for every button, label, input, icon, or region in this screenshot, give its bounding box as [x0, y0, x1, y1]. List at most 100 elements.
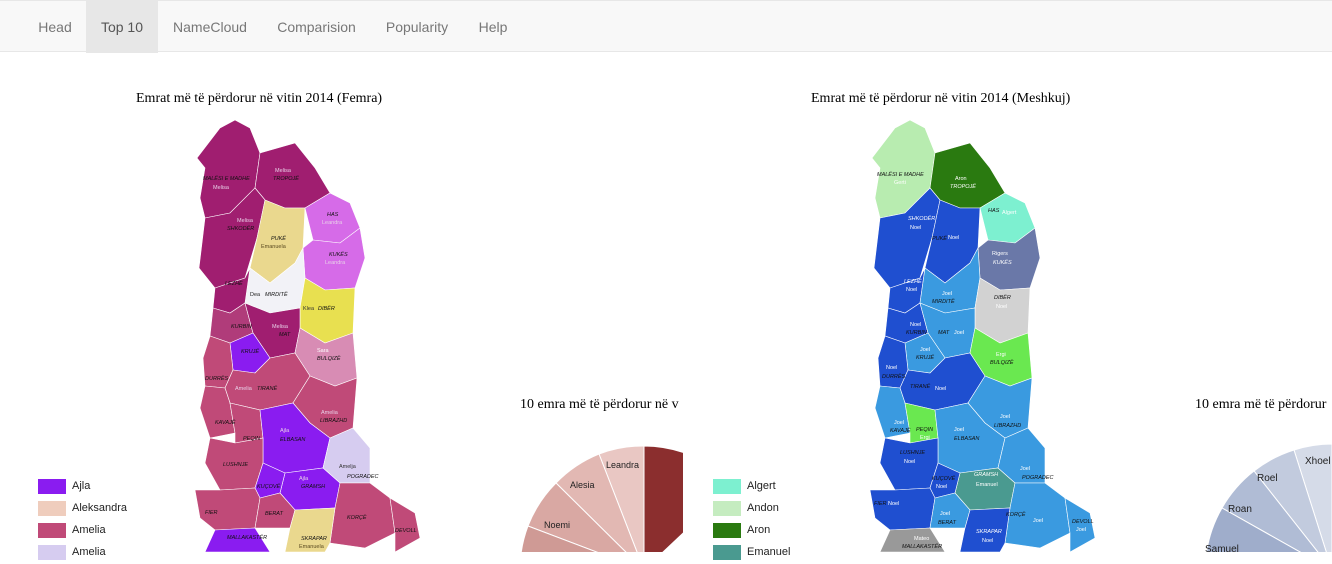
district-label: ELBASAN: [954, 436, 979, 442]
district-name: Mateo: [914, 536, 929, 542]
district-label: KUÇOVË: [257, 483, 281, 490]
legend-swatch: [713, 479, 741, 494]
district-label: LEZHË: [904, 278, 922, 285]
district-label: SHKODËR: [908, 215, 935, 222]
district-label: GRAMSH: [301, 484, 325, 490]
legend-swatch: [38, 523, 66, 538]
female-pie-clip: Leandra Alesia Noemi: [520, 440, 683, 552]
district-name: Joel: [1000, 414, 1010, 420]
district-name: Noel: [910, 225, 921, 231]
district-name: Ajla: [299, 476, 309, 482]
district-name: Joel: [894, 420, 904, 426]
district-name: Noel: [936, 484, 947, 490]
district-label: LUSHNJE: [900, 450, 925, 456]
district-label: KORÇË: [347, 514, 367, 521]
district-label: KURBIN: [906, 330, 927, 336]
district-name: Joel: [954, 330, 964, 336]
district-label: MAT: [938, 330, 950, 336]
district-label: TROPOJË: [950, 183, 976, 190]
pie-label: Alesia: [570, 480, 595, 490]
region-devoll[interactable]: [1064, 497, 1096, 552]
region-tropoje[interactable]: [929, 142, 1006, 209]
pie-label: Roan: [1228, 504, 1252, 515]
male-map: MALËSI E MADHE Gerti Aron TROPOJË HAS Al…: [869, 119, 1096, 552]
female-pie-title: 10 emra më të përdorur në v: [520, 397, 679, 412]
district-label: BERAT: [265, 511, 284, 517]
district-label: MALËSI E MADHE: [877, 171, 924, 178]
district-label: MALLAKASTËR: [227, 534, 267, 541]
district-label: DEVOLL: [395, 528, 417, 534]
district-name: Ajla: [280, 428, 290, 434]
pie-label: Leandra: [606, 460, 639, 470]
district-name: Joel: [954, 427, 964, 433]
nav-top10[interactable]: Top 10: [86, 1, 158, 53]
district-name: Noel: [906, 287, 917, 293]
legend-swatch: [713, 545, 741, 560]
pie-slice[interactable]: [643, 445, 683, 552]
district-label: BULQIZË: [317, 355, 341, 362]
district-label: MIRDITË: [932, 298, 955, 305]
district-name: Sara: [317, 348, 330, 354]
pie-label: Roel: [1257, 473, 1278, 484]
nav-popularity[interactable]: Popularity: [371, 1, 463, 53]
region-fier[interactable]: [869, 487, 936, 531]
district-label: HAS: [988, 208, 1000, 214]
legend-swatch: [713, 523, 741, 538]
nav-namecloud[interactable]: NameCloud: [158, 1, 262, 53]
district-name: Amelia: [235, 386, 253, 392]
nav-comparision[interactable]: Comparision: [262, 1, 371, 53]
district-label: BULQIZË: [990, 359, 1014, 366]
district-name: Ergi: [920, 435, 930, 441]
district-label: GRAMSH: [974, 472, 998, 478]
district-label: SKRAPAR: [976, 529, 1002, 535]
nav-help[interactable]: Help: [463, 1, 523, 53]
district-label: MIRDITË: [265, 291, 288, 298]
district-label: DIBËR: [994, 294, 1011, 301]
nav-head[interactable]: Head: [24, 1, 86, 53]
legend-swatch: [713, 501, 741, 516]
district-name: Melisa: [213, 185, 230, 191]
district-label: FIER: [874, 501, 887, 507]
district-label: TIRANË: [257, 385, 278, 392]
district-name: Noel: [886, 365, 897, 371]
female-map: MALËSI E MADHE Melisa TROPOJË Melisa SHK…: [194, 119, 421, 552]
district-name: Noel: [948, 235, 959, 241]
legend-label: Aron: [747, 524, 771, 536]
district-label: PUKË: [932, 235, 947, 242]
district-label: DEVOLL: [1072, 519, 1094, 525]
pie-label: Noemi: [544, 520, 570, 530]
district-name: Melisa: [237, 218, 254, 224]
district-label: BERAT: [938, 520, 957, 526]
region-devoll[interactable]: [389, 497, 421, 552]
district-name: Noel: [904, 459, 915, 465]
female-pie: Leandra Alesia Noemi: [520, 445, 683, 552]
legend-swatch: [38, 501, 66, 516]
district-name: Gerti: [894, 180, 906, 186]
district-label: DURRËS: [882, 373, 906, 380]
pie-label: Xhoel: [1305, 456, 1331, 467]
district-name: Joel: [940, 511, 950, 517]
legend-label: Andon: [747, 502, 779, 514]
district-name: Amelja: [339, 464, 357, 470]
legend-label: Amelia: [72, 524, 106, 536]
district-name: Joel: [942, 291, 952, 297]
district-name: Emanuela: [261, 244, 287, 250]
district-label: KORÇË: [1006, 511, 1026, 518]
male-map-title: Emrat më të përdorur në vitin 2014 (Mesh…: [811, 91, 1071, 106]
district-label: FIER: [205, 510, 218, 516]
district-label: DIBËR: [318, 305, 335, 312]
district-label: KUÇOVË: [932, 475, 956, 482]
legend-label: Emanuel: [747, 546, 791, 558]
district-name: Algert: [1002, 210, 1017, 216]
legend-label: Ajla: [72, 480, 91, 492]
male-pie-clip: Xhoel Roel Roan Samuel: [1195, 440, 1332, 552]
legend-label: Amelia: [72, 546, 106, 558]
male-pie: Xhoel Roel Roan Samuel: [1205, 443, 1332, 552]
district-label: KUKËS: [329, 251, 348, 258]
district-label: ELBASAN: [280, 437, 305, 443]
region-fier[interactable]: [194, 487, 261, 531]
district-label: PEQIN: [243, 436, 260, 442]
district-name: Amelia: [321, 410, 339, 416]
district-label: SKRAPAR: [301, 536, 327, 542]
legend-label: Aleksandra: [72, 502, 128, 514]
